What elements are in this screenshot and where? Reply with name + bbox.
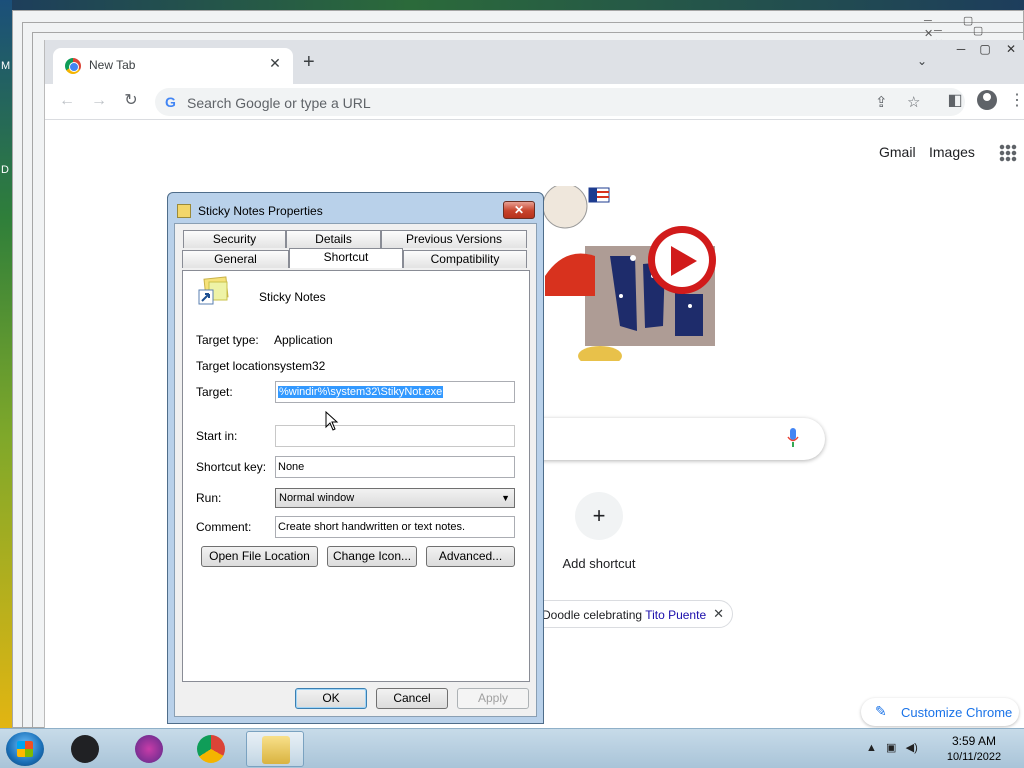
customize-chrome-label: Customize Chrome	[901, 705, 1013, 720]
tray-icons[interactable]: ▲ ▣ ◀)	[866, 741, 918, 754]
doodle-chip-link[interactable]: Tito Puente	[645, 608, 706, 622]
google-doodle[interactable]	[525, 186, 725, 361]
reload-icon[interactable]: ↻	[121, 92, 141, 110]
pencil-icon: ✎	[875, 703, 887, 719]
browser-toolbar: ← → ↻ G Search Google or type a URL ⇪ ☆ …	[45, 84, 1024, 120]
taskbar-item-chrome[interactable]	[182, 731, 240, 767]
dropdown-arrow-icon: ▼	[501, 493, 510, 503]
bookmark-star-icon[interactable]: ☆	[907, 93, 920, 111]
maximize-button[interactable]: ▢	[973, 40, 997, 58]
start-button[interactable]	[6, 732, 44, 766]
clock-time[interactable]: 3:59 AM	[944, 734, 1004, 748]
close-window-button[interactable]: ✕	[999, 40, 1023, 58]
target-location-label: Target location:	[196, 359, 278, 373]
target-label: Target:	[196, 385, 233, 399]
forward-icon[interactable]: →	[89, 92, 109, 110]
apps-grid-icon[interactable]	[999, 144, 1017, 162]
tab-compatibility[interactable]: Compatibility	[403, 250, 527, 268]
tab-previous-versions[interactable]: Previous Versions	[381, 230, 527, 248]
google-icon: G	[165, 94, 176, 110]
chrome-icon	[65, 58, 81, 74]
profile-avatar-icon[interactable]	[977, 90, 997, 110]
chrome-icon	[197, 735, 225, 763]
target-input-value: %windir%\system32\StikyNot.exe	[278, 386, 444, 398]
images-link[interactable]: Images	[929, 144, 975, 160]
menu-icon[interactable]: ⋮	[1007, 92, 1024, 110]
desktop-icon-label[interactable]: D	[1, 164, 9, 176]
shortcut-key-input[interactable]: None	[275, 456, 515, 478]
folder-icon	[262, 736, 290, 764]
comment-label: Comment:	[196, 520, 252, 534]
plus-icon: +	[592, 503, 606, 528]
tab-security[interactable]: Security	[183, 230, 286, 248]
shortcut-key-label: Shortcut key:	[196, 460, 267, 474]
customize-chrome-button[interactable]: ✎ Customize Chrome	[861, 698, 1019, 726]
mouse-cursor-icon	[325, 411, 339, 431]
clock-date[interactable]: 10/11/2022	[938, 751, 1010, 763]
change-icon-button[interactable]: Change Icon...	[327, 546, 417, 567]
microphone-icon[interactable]	[787, 428, 799, 448]
gmail-link[interactable]: Gmail	[879, 144, 916, 160]
dialog-close-button[interactable]: ✕	[503, 201, 535, 219]
apply-button[interactable]: Apply	[457, 688, 529, 709]
dialog-title: Sticky Notes Properties	[198, 204, 323, 218]
target-type-value: Application	[274, 333, 333, 347]
target-location-value: system32	[274, 359, 326, 373]
mask-app-icon	[135, 735, 163, 763]
target-input[interactable]: %windir%\system32\StikyNot.exe	[275, 381, 515, 403]
run-select[interactable]: Normal window ▼	[275, 488, 515, 508]
taskbar-item-incognito[interactable]	[56, 731, 114, 767]
minimize-button[interactable]: ─	[949, 40, 973, 58]
address-bar[interactable]: G Search Google or type a URL ⇪ ☆	[155, 88, 965, 116]
tab-details[interactable]: Details	[286, 230, 381, 248]
add-shortcut-label: Add shortcut	[562, 556, 636, 571]
close-icon[interactable]: ✕	[265, 55, 285, 72]
tab-strip: New Tab ✕ + ⌄ ─ ▢ ✕	[45, 40, 1024, 84]
open-file-location-button[interactable]: Open File Location	[201, 546, 318, 567]
close-icon[interactable]: ✕	[713, 606, 724, 622]
cancel-button[interactable]: Cancel	[376, 688, 448, 709]
side-panel-icon[interactable]: ◧	[945, 92, 965, 110]
new-tab-button[interactable]: +	[303, 52, 315, 72]
tab-new-tab[interactable]: New Tab ✕	[53, 48, 293, 84]
doodle-chip-text: Doodle celebrating	[542, 608, 646, 622]
ok-button[interactable]: OK	[295, 688, 367, 709]
dialog-titlebar[interactable]: Sticky Notes Properties ✕	[168, 193, 543, 227]
comment-input[interactable]: Create short handwritten or text notes.	[275, 516, 515, 538]
separator	[195, 411, 513, 412]
advanced-button[interactable]: Advanced...	[426, 546, 515, 567]
desktop-icon-label[interactable]: M	[1, 60, 10, 72]
tab-title: New Tab	[89, 58, 136, 72]
doodle-share-chip[interactable]: Doodle celebrating Tito Puente ✕	[525, 600, 733, 628]
tab-shortcut[interactable]: Shortcut	[289, 248, 403, 268]
shortcut-name: Sticky Notes	[259, 290, 326, 304]
taskbar: ▲ ▣ ◀) 3:59 AM 10/11/2022	[0, 728, 1024, 768]
back-icon[interactable]: ←	[57, 92, 77, 110]
run-select-value: Normal window	[279, 492, 355, 504]
folder-shortcut-icon	[177, 204, 191, 218]
target-type-label: Target type:	[196, 333, 259, 347]
start-in-input[interactable]	[275, 425, 515, 447]
taskbar-item-app[interactable]	[120, 731, 178, 767]
incognito-icon	[71, 735, 99, 763]
chevron-down-icon[interactable]: ⌄	[917, 54, 927, 68]
separator	[195, 318, 513, 319]
address-bar-placeholder: Search Google or type a URL	[187, 95, 371, 111]
start-in-label: Start in:	[196, 429, 238, 443]
dialog-body: Security Details Previous Versions Gener…	[174, 223, 537, 717]
run-label: Run:	[196, 491, 222, 505]
desktop-background-left	[0, 0, 12, 728]
add-shortcut-button[interactable]: +	[575, 492, 623, 540]
properties-dialog: Sticky Notes Properties ✕ Security Detai…	[167, 192, 544, 724]
taskbar-item-explorer[interactable]	[246, 731, 304, 767]
share-icon[interactable]: ⇪	[875, 93, 888, 111]
tab-general[interactable]: General	[182, 250, 289, 268]
sticky-notes-icon	[198, 276, 229, 305]
